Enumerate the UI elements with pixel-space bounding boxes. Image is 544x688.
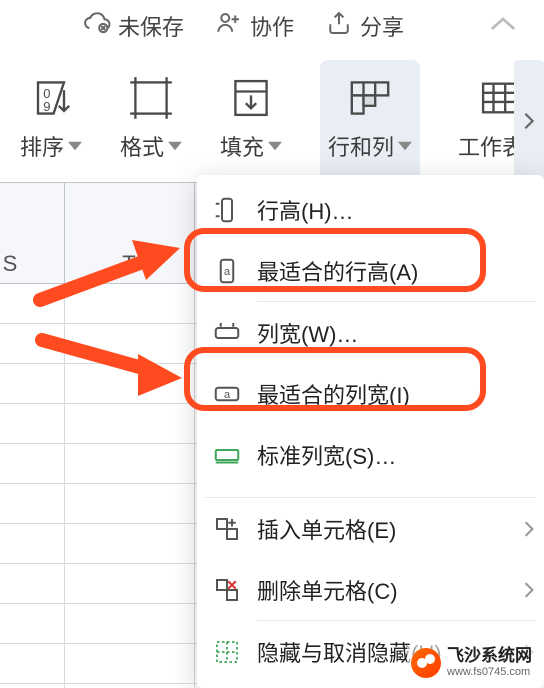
menu-insert-cells[interactable]: 插入单元格(E) [197,498,544,559]
menu-delete-cells-label: 删除单元格(C) [257,574,514,606]
dropdown-icon [68,139,82,153]
menu-autofit-row[interactable]: a 最适合的行高(A) [197,240,544,301]
menu-insert-cells-label: 插入单元格(E) [257,513,514,545]
watermark-logo-icon [411,648,441,678]
submenu-arrow-icon [514,582,544,598]
collab-label: 协作 [250,10,294,42]
unsaved-status[interactable]: 未保存 [82,8,184,44]
share-icon [324,8,354,44]
column-header-S[interactable]: S [0,183,22,283]
menu-col-width-label: 列宽(W)… [257,317,544,349]
watermark-url: www.fs0745.com [447,666,532,678]
autofit-row-icon: a [197,256,257,286]
menu-delete-cells[interactable]: 删除单元格(C) [197,559,544,620]
share-label: 分享 [360,10,404,42]
ribbon: 0 9 排序 [0,56,544,182]
ribbon-sort-label: 排序 [20,130,64,162]
ribbon-format[interactable]: 格式 [120,60,182,182]
menu-std-col-width[interactable]: 标准列宽(S)… [197,424,544,485]
ribbon-scroll-right[interactable] [514,60,544,182]
hide-unhide-icon [197,637,257,667]
title-bar: 未保存 协作 分享 [0,0,544,52]
menu-autofit-col[interactable]: a 最适合的列宽(I) [197,363,544,424]
watermark: 飞沙系统网 www.fs0745.com [407,645,536,680]
autofit-col-icon: a [197,379,257,409]
dropdown-icon [398,139,412,153]
unsaved-label: 未保存 [118,10,184,42]
std-col-width-icon [197,440,257,470]
rowcol-icon [344,66,396,130]
dropdown-icon [268,139,282,153]
menu-autofit-col-label: 最适合的列宽(I) [257,378,544,410]
fill-icon [225,66,277,130]
ribbon-sort[interactable]: 0 9 排序 [20,60,82,182]
ribbon-fill-label: 填充 [220,130,264,162]
svg-text:a: a [224,388,231,400]
menu-std-col-width-label: 标准列宽(S)… [257,439,544,471]
column-header-T[interactable]: T [64,183,194,283]
collab-button[interactable]: 协作 [214,8,294,44]
row-height-icon [197,195,257,225]
collab-icon [214,8,244,44]
sort-icon: 0 9 [25,66,77,130]
collapse-ribbon-chevron[interactable] [488,14,518,34]
cloud-unsaved-icon [82,8,112,44]
share-button[interactable]: 分享 [324,8,404,44]
ribbon-rowcol[interactable]: 行和列 [320,60,420,182]
svg-text:9: 9 [43,99,50,114]
menu-autofit-row-label: 最适合的行高(A) [257,255,544,287]
menu-col-width[interactable]: 列宽(W)… [197,302,544,363]
ribbon-rowcol-label: 行和列 [328,130,394,162]
dropdown-icon [168,139,182,153]
submenu-arrow-icon [514,521,544,537]
format-icon [125,66,177,130]
watermark-name: 飞沙系统网 [447,647,532,666]
menu-row-height[interactable]: 行高(H)… [197,179,544,240]
insert-cells-icon [197,514,257,544]
ribbon-fill[interactable]: 填充 [220,60,282,182]
ribbon-format-label: 格式 [120,130,164,162]
rowcol-dropdown-menu: 行高(H)… a 最适合的行高(A) 列宽(W)… a 最适合的列宽(I) [197,175,544,688]
delete-cells-icon [197,575,257,605]
menu-row-height-label: 行高(H)… [257,194,544,226]
col-width-icon [197,318,257,348]
svg-text:a: a [224,265,231,277]
